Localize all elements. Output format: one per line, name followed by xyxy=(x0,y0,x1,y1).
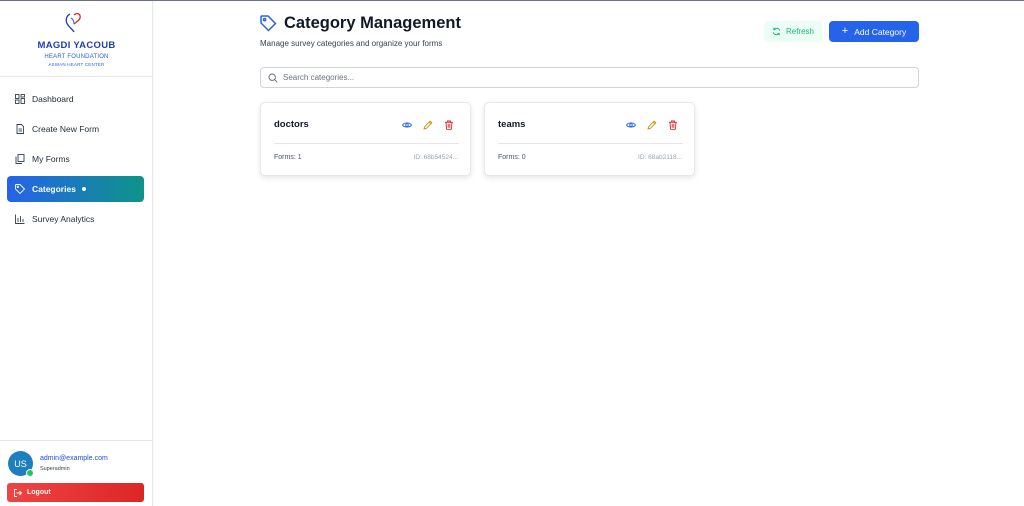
top-border xyxy=(0,0,1024,1)
delete-button[interactable] xyxy=(668,120,678,130)
page-header: Category Management xyxy=(260,14,461,33)
brand: MAGDI YACOUB HEART FOUNDATION ASWAN HEAR… xyxy=(0,1,152,77)
refresh-icon xyxy=(772,27,781,36)
logout-label: Logout xyxy=(27,489,51,496)
card-actions xyxy=(402,120,465,130)
search-input[interactable] xyxy=(283,73,883,82)
category-card[interactable]: teams Forms: 0 ID: 68ab2118... xyxy=(484,102,695,176)
plus-icon: + xyxy=(841,25,849,37)
brand-name: MAGDI YACOUB xyxy=(37,40,116,51)
user-role: Superadmin xyxy=(40,466,70,472)
online-status-dot xyxy=(26,469,34,477)
sidebar-item-categories[interactable]: Categories xyxy=(7,176,144,202)
sidebar-item-label: My Forms xyxy=(32,154,70,164)
card-divider xyxy=(274,143,459,144)
active-indicator-dot xyxy=(81,187,86,191)
logout-icon xyxy=(14,488,22,497)
eye-icon xyxy=(402,122,412,128)
sidebar-item-label: Survey Analytics xyxy=(32,214,95,224)
add-category-button[interactable]: + Add Category xyxy=(829,21,919,42)
sidebar: MAGDI YACOUB HEART FOUNDATION ASWAN HEAR… xyxy=(0,1,153,506)
pencil-icon xyxy=(647,120,657,130)
category-name: doctors xyxy=(274,119,309,130)
view-button[interactable] xyxy=(402,120,412,130)
page-title: Category Management xyxy=(284,14,461,32)
sidebar-item-label: Categories xyxy=(32,184,76,194)
sidebar-item-label: Dashboard xyxy=(32,94,74,104)
document-icon xyxy=(16,124,24,134)
search-icon xyxy=(268,72,278,83)
card-actions xyxy=(626,120,689,130)
eye-icon xyxy=(626,122,636,128)
add-category-label: Add Category xyxy=(854,26,907,37)
bar-chart-icon xyxy=(15,214,25,224)
user-email: admin@example.com xyxy=(40,455,108,462)
user-panel: US admin@example.com Superadmin Logout xyxy=(0,440,153,506)
delete-button[interactable] xyxy=(444,120,454,130)
sidebar-item-dashboard[interactable]: Dashboard xyxy=(7,86,144,112)
search-box xyxy=(260,67,919,88)
dashboard-icon xyxy=(15,94,25,104)
sidebar-item-create-form[interactable]: Create New Form xyxy=(7,116,144,142)
pencil-icon xyxy=(423,120,433,130)
brand-subtitle: HEART FOUNDATION xyxy=(44,54,109,60)
sidebar-nav: Dashboard Create New Form My Forms Categ… xyxy=(7,86,144,236)
refresh-button[interactable]: Refresh xyxy=(764,21,822,42)
sidebar-item-label: Create New Form xyxy=(32,124,100,134)
edit-button[interactable] xyxy=(423,120,433,130)
category-card[interactable]: doctors Forms: 1 ID: 68b54524... xyxy=(260,102,471,176)
tag-icon xyxy=(15,184,25,194)
page-subtitle: Manage survey categories and organize yo… xyxy=(260,39,443,48)
trash-icon xyxy=(669,120,677,130)
heart-logo-icon xyxy=(65,12,81,33)
trash-icon xyxy=(445,120,453,130)
view-button[interactable] xyxy=(626,120,636,130)
category-id: ID: 68b54524... xyxy=(413,154,458,161)
edit-button[interactable] xyxy=(647,120,657,130)
category-name: teams xyxy=(498,119,526,130)
form-count: Forms: 0 xyxy=(498,154,526,161)
card-divider xyxy=(498,143,683,144)
tag-icon xyxy=(260,15,277,32)
form-count: Forms: 1 xyxy=(274,154,302,161)
logout-button[interactable]: Logout xyxy=(7,483,144,502)
category-id: ID: 68ab2118... xyxy=(638,154,682,161)
sidebar-item-my-forms[interactable]: My Forms xyxy=(7,146,144,172)
copy-icon xyxy=(15,154,25,164)
sidebar-item-survey-analytics[interactable]: Survey Analytics xyxy=(7,206,144,232)
brand-subtitle-2: ASWAN HEART CENTER xyxy=(48,62,105,67)
refresh-label: Refresh xyxy=(785,27,814,36)
